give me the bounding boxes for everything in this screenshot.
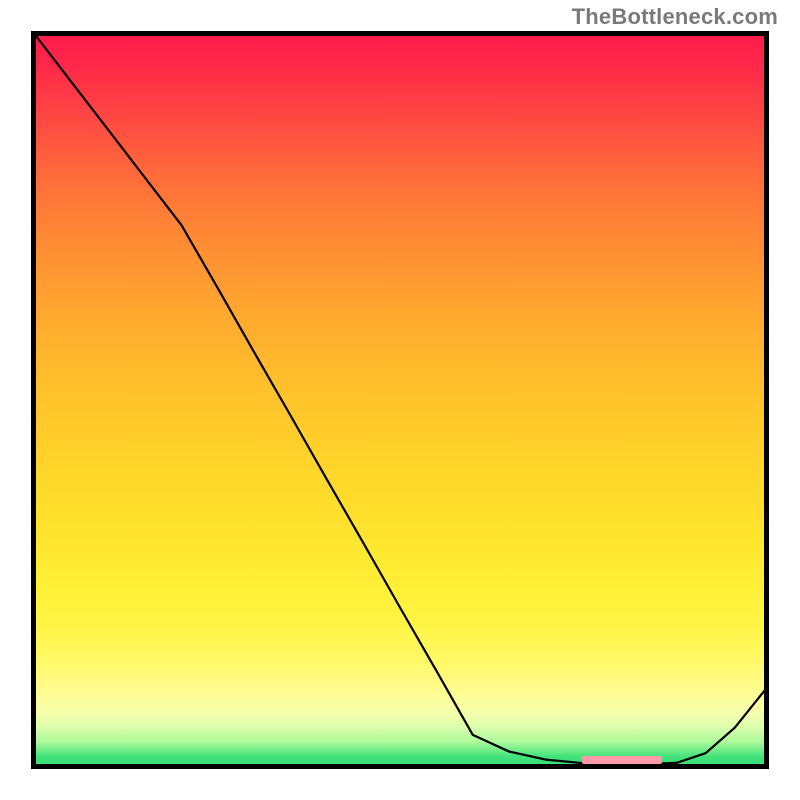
chart-plot-area	[31, 31, 769, 769]
chart-svg	[36, 36, 764, 764]
watermark-text: TheBottleneck.com	[572, 4, 778, 30]
chart-curve-line	[36, 36, 764, 764]
optimal-band-marker	[582, 756, 662, 764]
